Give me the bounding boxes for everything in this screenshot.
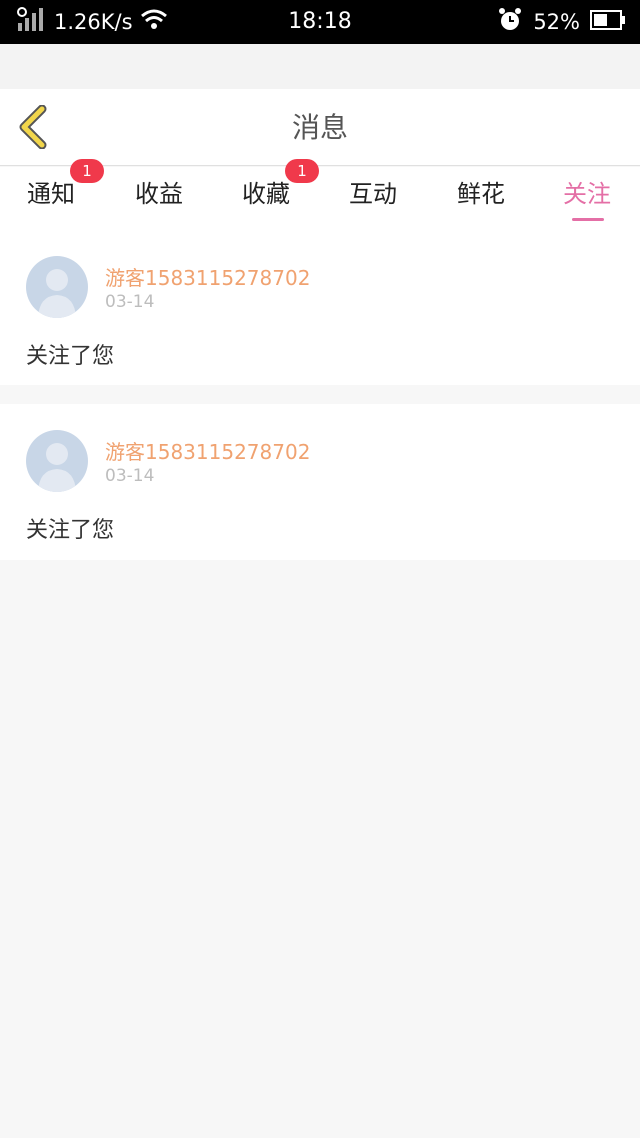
username[interactable]: 游客1583115278702 [105,436,310,465]
avatar[interactable] [26,430,88,492]
message-text: 关注了您 [26,344,115,369]
header: 消息 [0,89,640,166]
alarm-icon [497,7,523,37]
tab-follows[interactable]: 关注 [542,167,632,227]
tab-flowers[interactable]: 鲜花 [436,167,526,227]
tab-label: 关注 [563,180,611,208]
battery-percent: 52% [533,10,580,34]
list-item[interactable]: 游客1583115278702 03-14 关注了您 [0,227,640,385]
status-right: 52% [497,0,626,44]
message-date: 03-14 [105,292,155,312]
tab-bar: 通知 1 收益 收藏 1 互动 鲜花 关注 [0,159,640,227]
tab-badge: 1 [70,159,104,183]
tab-favorites[interactable]: 收藏 1 [221,159,319,227]
tab-label: 鲜花 [457,180,505,208]
tab-label: 收益 [135,180,183,208]
tab-label: 互动 [349,180,397,208]
message-date: 03-14 [105,466,155,486]
status-bar: 1.26K/s 18:18 52% [0,0,640,44]
tab-badge: 1 [285,159,319,183]
tab-notifications[interactable]: 通知 1 [6,159,104,227]
tab-active-indicator [572,218,604,221]
top-spacer [0,44,640,89]
tab-interactions[interactable]: 互动 [328,167,418,227]
page-title: 消息 [291,111,348,144]
username[interactable]: 游客1583115278702 [105,262,310,291]
battery-icon [590,9,626,35]
list-item[interactable]: 游客1583115278702 03-14 关注了您 [0,404,640,560]
message-text: 关注了您 [26,518,115,543]
tab-earnings[interactable]: 收益 [114,167,204,227]
avatar[interactable] [26,256,88,318]
